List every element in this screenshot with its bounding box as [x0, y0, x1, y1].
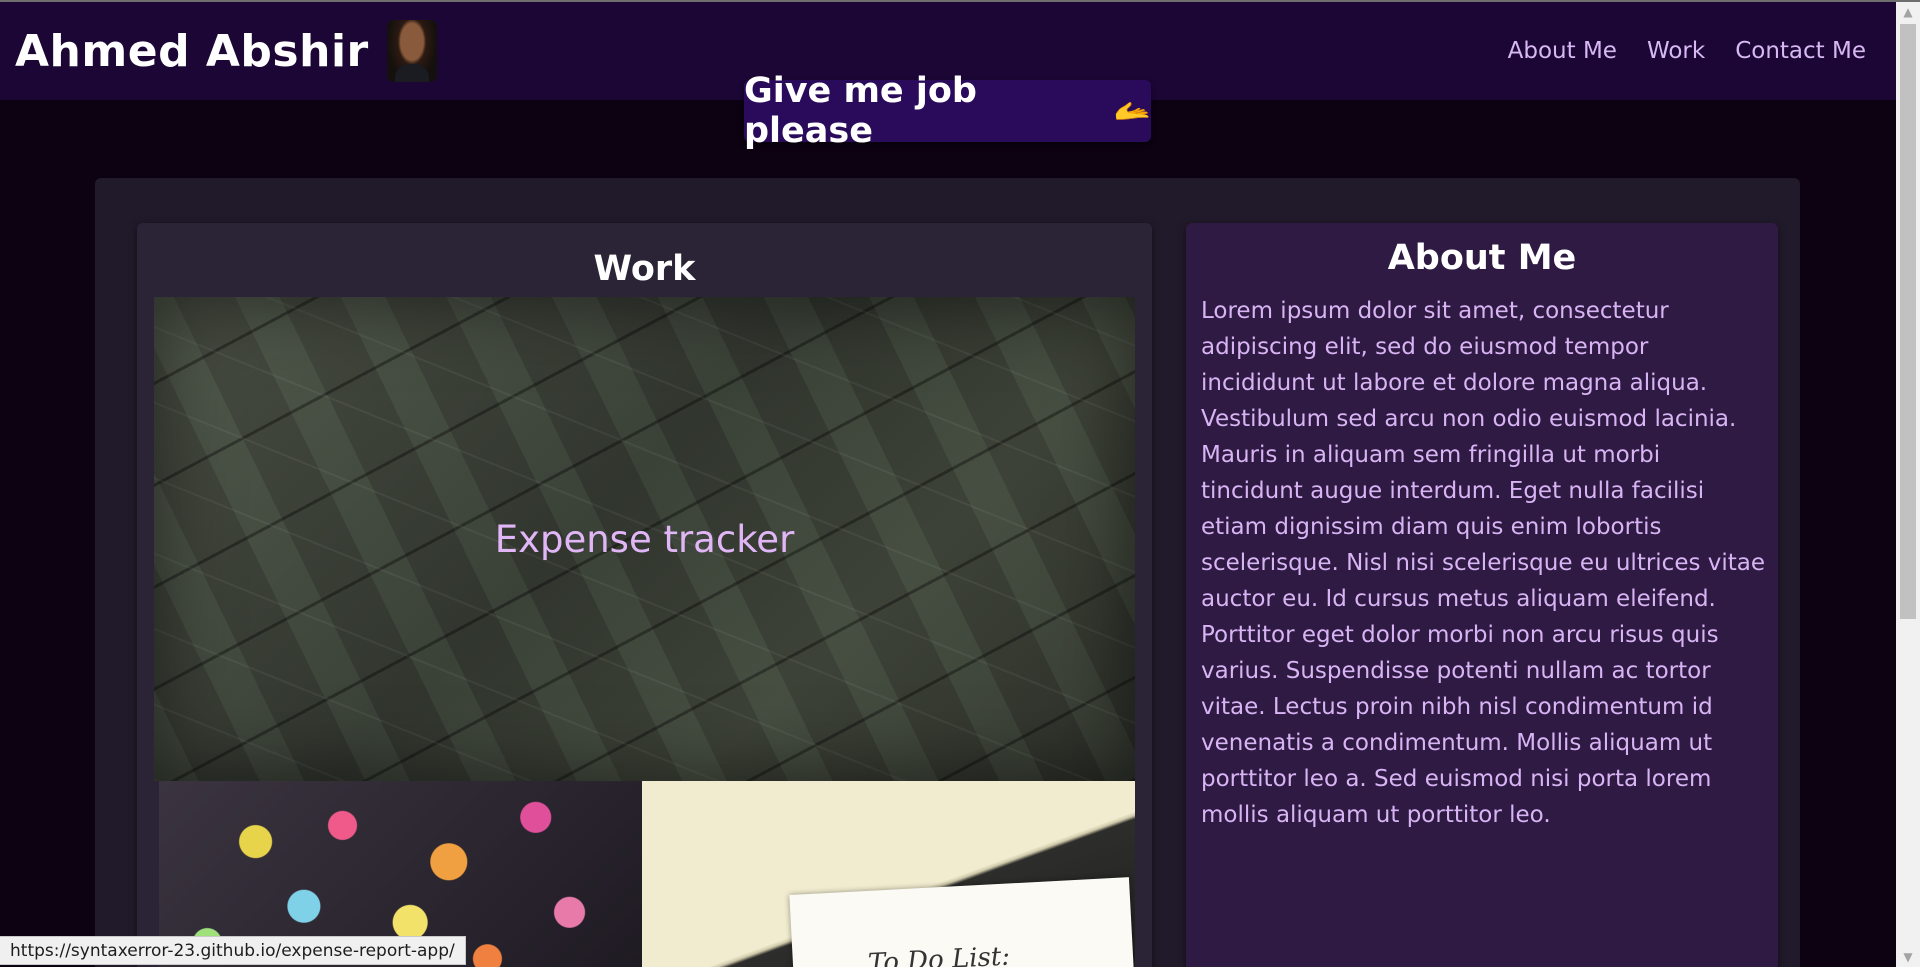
- nav-links: About Me Work Contact Me: [1508, 38, 1866, 64]
- todo-list-thumbnail[interactable]: To Do List:: [642, 781, 1135, 967]
- about-body: Lorem ipsum dolor sit amet, consectetur …: [1201, 298, 1766, 828]
- about-title: About Me: [1387, 238, 1577, 278]
- scroll-down-icon[interactable]: ▼: [1896, 947, 1920, 967]
- scroll-thumb[interactable]: [1900, 24, 1916, 619]
- brand-name[interactable]: Ahmed Abshir: [15, 26, 369, 77]
- nav-contact-me[interactable]: Contact Me: [1735, 38, 1866, 64]
- brand: Ahmed Abshir: [15, 20, 437, 82]
- scroll-up-icon[interactable]: ▲: [1896, 2, 1920, 22]
- expense-tracker-card[interactable]: Expense tracker: [154, 297, 1135, 781]
- give-job-label: Give me job please: [744, 71, 977, 151]
- work-title: Work: [593, 249, 696, 289]
- work-section: Work Expense tracker To Do List:: [137, 223, 1152, 967]
- vertical-scrollbar[interactable]: ▲ ▼: [1896, 2, 1920, 967]
- about-section: About Me Lorem ipsum dolor sit amet, con…: [1186, 223, 1778, 967]
- expense-tracker-label: Expense tracker: [494, 517, 795, 561]
- avatar: [386, 20, 437, 82]
- link-preview-status-bar: https://syntaxerror-23.github.io/expense…: [0, 936, 466, 965]
- todo-list-text: To Do List:: [867, 941, 1011, 967]
- nav-work[interactable]: Work: [1647, 38, 1705, 64]
- give-job-button[interactable]: Give me job please 🫴: [744, 71, 1151, 151]
- open-hand-icon: 🫴: [1113, 93, 1151, 129]
- nav-about-me[interactable]: About Me: [1508, 38, 1617, 64]
- todo-paper-image: To Do List:: [789, 877, 1135, 967]
